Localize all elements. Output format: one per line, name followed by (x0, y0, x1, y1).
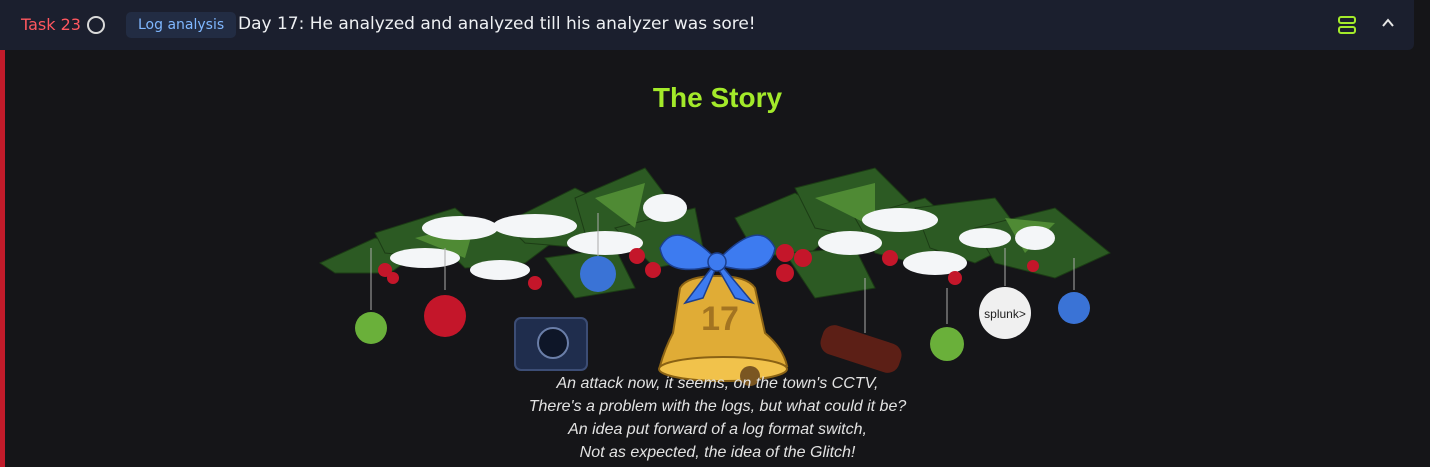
task-number: Task 23 (21, 15, 81, 34)
splunk-ornament-label: splunk> (984, 307, 1026, 321)
poem-line: An idea put forward of a log format swit… (568, 421, 867, 438)
chevron-up-icon[interactable] (1380, 15, 1396, 31)
server-icon[interactable] (1338, 16, 1356, 34)
bell-number: 17 (701, 300, 739, 338)
task-tag[interactable]: Log analysis (126, 12, 237, 38)
story-poem: An attack now, it seems, on the town's C… (5, 372, 1430, 464)
task-title: Day 17: He analyzed and analyzed till hi… (238, 14, 756, 34)
poem-line: There's a problem with the logs, but wha… (528, 398, 907, 415)
circle-outline-icon (87, 16, 105, 34)
task-header[interactable]: Task 23 Log analysis Day 17: He analyzed… (0, 0, 1414, 50)
task-content: The Story splunk> 17 An attack now, it s… (0, 50, 1430, 467)
poem-line: Not as expected, the idea of the Glitch! (579, 444, 856, 461)
story-heading: The Story (652, 82, 783, 113)
poem-line: An attack now, it seems, on the town's C… (556, 375, 879, 392)
christmas-garland-image: splunk> 17 (318, 167, 1111, 386)
